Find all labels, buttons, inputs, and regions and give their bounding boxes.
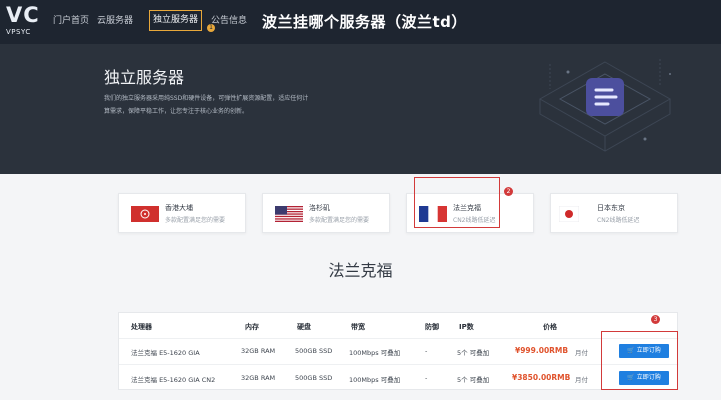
hero-description: 我们的独立服务器采用纯SSD和硬件设备，可弹性扩展资源配置，适应任何计算需求，保… [104, 95, 309, 115]
server-pricing-table: 处理器 内存 硬盘 带宽 防御 IP数 价格 法兰克福 E5-1620 GIA … [118, 312, 679, 390]
ram-cell: 32GB RAM [241, 374, 276, 382]
ip-cell: 5个 可叠加 [457, 349, 490, 357]
column-header-disk: 硬盘 [297, 323, 311, 331]
location-card-los-angeles[interactable]: 洛杉矶 多款配置满足您的需要 [262, 193, 390, 233]
server-illustration-icon [538, 59, 672, 152]
ram-cell: 32GB RAM [241, 347, 276, 355]
bandwidth-cell: 100Mbps 可叠加 [349, 349, 401, 357]
location-subtitle: 多款配置满足您的需要 [309, 217, 370, 224]
column-header-defense: 防御 [425, 323, 439, 331]
nav-item-home[interactable]: 门户首页 [53, 12, 89, 30]
billing-unit: 月付 [575, 376, 588, 384]
logo[interactable]: VC VPSYC [6, 4, 40, 36]
column-header-ip: IP数 [459, 323, 474, 331]
section-title: 法兰克福 [328, 261, 393, 280]
location-card-hongkong[interactable]: 香港大埔 多款配置满足您的需要 [118, 193, 246, 233]
ip-cell: 5个 可叠加 [457, 376, 490, 384]
defense-cell: - [425, 374, 428, 382]
nav-item-dedicated-server[interactable]: 独立服务器 [149, 10, 203, 31]
frankfurt-highlight-box [414, 177, 500, 228]
step-marker-3: 3 [651, 315, 660, 324]
price-cell: ¥3850.00RMB [512, 373, 571, 382]
disk-cell: 500GB SSD [295, 374, 333, 382]
location-name: 洛杉矶 [309, 204, 330, 212]
usa-flag-icon [275, 206, 303, 222]
column-header-cpu: 处理器 [131, 323, 152, 331]
defense-cell: - [425, 347, 428, 355]
column-header-ram: 内存 [245, 323, 259, 331]
location-name: 日本东京 [597, 204, 625, 212]
japan-flag-icon [559, 206, 579, 222]
article-title-overlay: 波兰挂哪个服务器（波兰td） [262, 13, 467, 31]
location-subtitle: 多款配置满足您的需要 [165, 217, 226, 224]
location-name: 香港大埔 [165, 204, 193, 212]
row-divider [119, 364, 679, 365]
column-header-price: 价格 [543, 323, 557, 331]
order-buttons-highlight-box [601, 331, 678, 390]
location-card-tokyo[interactable]: 日本东京 CN2线路低延迟 [550, 193, 678, 233]
bandwidth-cell: 100Mbps 可叠加 [349, 376, 401, 384]
logo-subtitle: VPSYC [6, 28, 31, 36]
cpu-cell: 法兰克福 E5-1620 GIA [131, 349, 200, 357]
hong-kong-flag-icon [131, 206, 159, 222]
disk-cell: 500GB SSD [295, 347, 333, 355]
top-nav: VC VPSYC 门户首页 云服务器 独立服务器 1 公告信息 波兰挂哪个服务器… [0, 0, 721, 44]
nav-item-cloud-server[interactable]: 云服务器 [97, 12, 133, 30]
price-cell: ¥999.00RMB [515, 346, 569, 355]
row-divider [119, 338, 679, 339]
cpu-cell: 法兰克福 E5-1620 GIA CN2 [131, 376, 216, 384]
logo-mark: VC [6, 3, 40, 27]
hero-banner: 独立服务器 我们的独立服务器采用纯SSD和硬件设备，可弹性扩展资源配置，适应任何… [0, 44, 721, 174]
column-header-bandwidth: 带宽 [351, 323, 365, 331]
hero-title: 独立服务器 [104, 68, 185, 87]
step-marker-2: 2 [504, 187, 513, 196]
nav-item-announcements[interactable]: 公告信息 [211, 12, 247, 30]
location-subtitle: CN2线路低延迟 [597, 217, 640, 224]
billing-unit: 月付 [575, 349, 588, 357]
